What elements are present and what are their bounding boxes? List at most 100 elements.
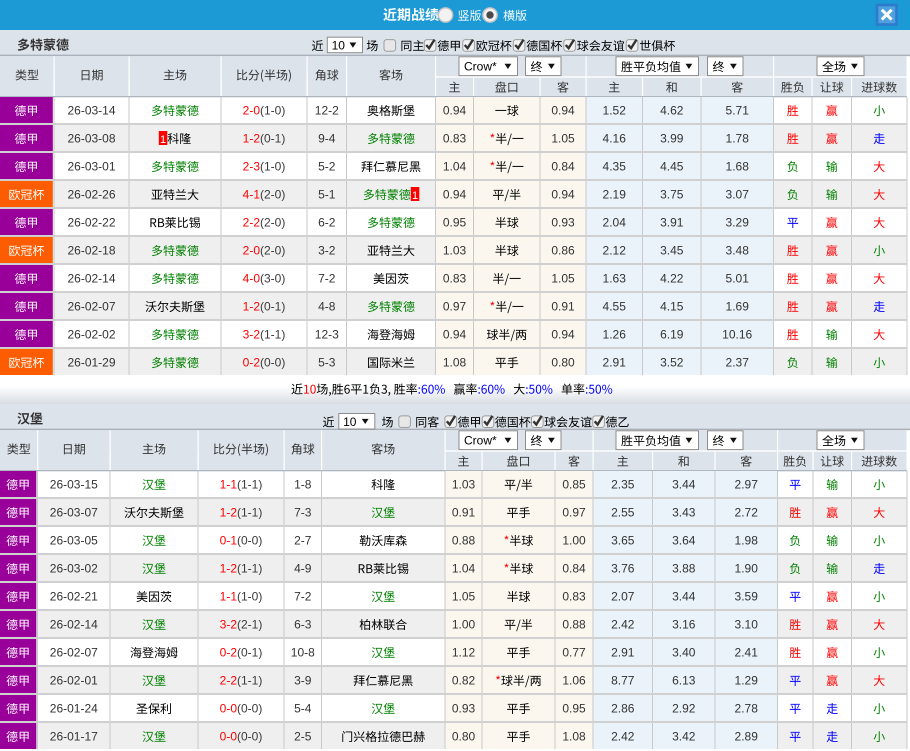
svg-text:2-2(1-1): 2-2(1-1) (220, 673, 263, 687)
svg-text:0.80: 0.80 (452, 729, 476, 743)
svg-text:2-0(1-0): 2-0(1-0) (243, 103, 286, 117)
svg-text:3.76: 3.76 (611, 561, 635, 575)
svg-text:3.42: 3.42 (672, 729, 696, 743)
svg-text:1.04: 1.04 (452, 561, 476, 575)
svg-text:3.99: 3.99 (660, 131, 684, 145)
svg-text:4.16: 4.16 (603, 131, 627, 145)
svg-text:2.41: 2.41 (735, 645, 759, 659)
svg-text:2.91: 2.91 (611, 645, 635, 659)
svg-text:26-01-24: 26-01-24 (50, 701, 98, 715)
svg-text:1.05: 1.05 (551, 271, 575, 285)
svg-text:3.59: 3.59 (735, 589, 759, 603)
svg-text:26-02-02: 26-02-02 (67, 327, 115, 341)
svg-text:1.90: 1.90 (735, 561, 759, 575)
svg-text:2.04: 2.04 (603, 215, 627, 229)
svg-text:2.12: 2.12 (603, 243, 627, 257)
svg-text:10: 10 (343, 415, 357, 429)
svg-text:5.71: 5.71 (726, 103, 750, 117)
svg-text:1.03: 1.03 (443, 243, 467, 257)
svg-text:26-03-05: 26-03-05 (50, 533, 98, 547)
svg-text:3-9: 3-9 (294, 673, 312, 687)
svg-text:1.29: 1.29 (735, 673, 759, 687)
svg-text:2-7: 2-7 (294, 533, 312, 547)
svg-text:3.44: 3.44 (672, 477, 696, 491)
svg-text:1: 1 (412, 190, 418, 202)
svg-text:3.52: 3.52 (660, 355, 684, 369)
svg-text:0-2(0-0): 0-2(0-0) (243, 355, 286, 369)
svg-text:9-4: 9-4 (318, 131, 336, 145)
svg-text:7-2: 7-2 (318, 271, 336, 285)
svg-text:1-1(1-1): 1-1(1-1) (220, 477, 263, 491)
svg-text:1.12: 1.12 (452, 645, 476, 659)
svg-text:7-3: 7-3 (294, 505, 312, 519)
svg-text:26-02-18: 26-02-18 (67, 243, 115, 257)
svg-text:1-8: 1-8 (294, 477, 312, 491)
svg-text:4-8: 4-8 (318, 299, 336, 313)
svg-text:1.00: 1.00 (452, 617, 476, 631)
svg-text:4-1(2-0): 4-1(2-0) (243, 187, 286, 201)
svg-text:0.94: 0.94 (551, 187, 575, 201)
svg-text:26-02-01: 26-02-01 (50, 673, 98, 687)
svg-text:2.72: 2.72 (735, 505, 759, 519)
svg-text:1-2(1-1): 1-2(1-1) (220, 505, 263, 519)
svg-text:1.52: 1.52 (603, 103, 627, 117)
svg-text:1: 1 (160, 134, 166, 146)
svg-text:7-2: 7-2 (294, 589, 312, 603)
svg-text:1.06: 1.06 (562, 673, 586, 687)
svg-text:3.45: 3.45 (660, 243, 684, 257)
svg-text:1.98: 1.98 (735, 533, 759, 547)
svg-text:3.44: 3.44 (672, 589, 696, 603)
svg-text:Crow*: Crow* (464, 433, 497, 447)
svg-text:1-1(1-0): 1-1(1-0) (220, 589, 263, 603)
svg-text:1-2(0-1): 1-2(0-1) (243, 131, 286, 145)
svg-text:10-8: 10-8 (291, 645, 315, 659)
svg-text:0.86: 0.86 (551, 243, 575, 257)
svg-text:0.94: 0.94 (443, 327, 467, 341)
svg-text:10: 10 (332, 39, 346, 53)
svg-text:26-02-22: 26-02-22 (67, 215, 115, 229)
svg-text:6.13: 6.13 (672, 673, 696, 687)
svg-text:0-2(0-1): 0-2(0-1) (220, 645, 263, 659)
svg-text:12-3: 12-3 (315, 327, 339, 341)
svg-text:26-01-29: 26-01-29 (67, 355, 115, 369)
svg-text:2.55: 2.55 (611, 505, 635, 519)
svg-text:0.97: 0.97 (562, 505, 586, 519)
svg-text:4-0(3-0): 4-0(3-0) (243, 271, 286, 285)
svg-text:2-0(2-0): 2-0(2-0) (243, 243, 286, 257)
svg-text:0.84: 0.84 (562, 561, 586, 575)
svg-text:1.05: 1.05 (551, 131, 575, 145)
svg-text:2-5: 2-5 (294, 729, 312, 743)
svg-text:3.48: 3.48 (726, 243, 750, 257)
svg-text:26-02-14: 26-02-14 (50, 617, 98, 631)
svg-text:26-01-17: 26-01-17 (50, 729, 98, 743)
svg-text:1.00: 1.00 (562, 533, 586, 547)
svg-text:0.93: 0.93 (452, 701, 476, 715)
svg-text:1.04: 1.04 (443, 159, 467, 173)
svg-text:0.97: 0.97 (443, 299, 467, 313)
svg-text:3.07: 3.07 (726, 187, 750, 201)
svg-text:3-2(2-1): 3-2(2-1) (220, 617, 263, 631)
svg-text:4.22: 4.22 (660, 271, 684, 285)
svg-text:26-03-15: 26-03-15 (50, 477, 98, 491)
svg-text:2.86: 2.86 (611, 701, 635, 715)
svg-text:Crow*: Crow* (464, 59, 497, 73)
svg-text:4.35: 4.35 (603, 159, 627, 173)
svg-text:4.45: 4.45 (660, 159, 684, 173)
svg-text:2.42: 2.42 (611, 617, 635, 631)
svg-text:6-3: 6-3 (294, 617, 312, 631)
svg-text:26-02-21: 26-02-21 (50, 589, 98, 603)
svg-text:0.83: 0.83 (443, 131, 467, 145)
svg-text:1.26: 1.26 (603, 327, 627, 341)
svg-text:2.97: 2.97 (735, 477, 759, 491)
svg-text:0.77: 0.77 (562, 645, 586, 659)
svg-text:0-0(0-0): 0-0(0-0) (220, 729, 263, 743)
svg-text:2.35: 2.35 (611, 477, 635, 491)
svg-text:1.08: 1.08 (443, 355, 467, 369)
svg-text:0.95: 0.95 (443, 215, 467, 229)
svg-text:0.85: 0.85 (562, 477, 586, 491)
svg-text:2-2(2-0): 2-2(2-0) (243, 215, 286, 229)
svg-text:1.78: 1.78 (726, 131, 750, 145)
svg-text:6.19: 6.19 (660, 327, 684, 341)
svg-text:4.55: 4.55 (603, 299, 627, 313)
svg-text:12-2: 12-2 (315, 103, 339, 117)
